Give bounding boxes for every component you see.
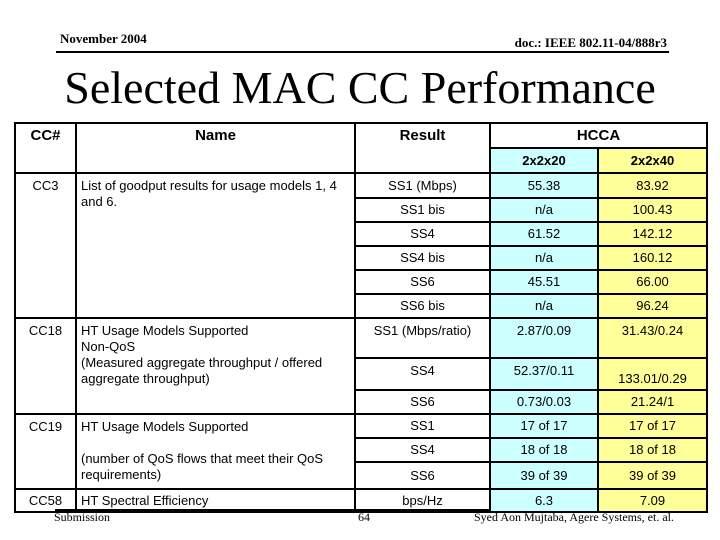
result-label: SS1 (Mbps) xyxy=(354,172,491,199)
cc-name-line: HT Usage Models Supported xyxy=(81,323,249,338)
footer-submission: Submission xyxy=(54,510,111,524)
value-2x2x40: 18 of 18 xyxy=(597,437,708,463)
value-2x2x20: 55.38 xyxy=(489,172,599,199)
header-date: November 2004 xyxy=(60,31,147,46)
result-label: SS6 xyxy=(354,269,491,295)
cc-id: CC18 xyxy=(14,317,77,415)
header-2x2x40: 2x2x40 xyxy=(597,147,708,174)
value-2x2x20: 2.87/0.09 xyxy=(489,317,599,359)
header-divider xyxy=(56,51,669,53)
value-2x2x20: 6.3 xyxy=(489,488,599,513)
result-label: SS6 xyxy=(354,461,491,490)
result-label: SS1 bis xyxy=(354,197,491,223)
value-2x2x40: 142.12 xyxy=(597,221,708,247)
value-2x2x20: 45.51 xyxy=(489,269,599,295)
result-label: SS4 xyxy=(354,221,491,247)
cc-name-line: HT Usage Models Supported xyxy=(81,419,249,434)
value-2x2x40: 31.43/0.24 xyxy=(597,317,708,359)
table-row: CC18 HT Usage Models Supported Non-QoS (… xyxy=(14,317,708,415)
header-2x2x20: 2x2x20 xyxy=(489,147,599,174)
result-label: SS4 xyxy=(354,437,491,463)
table-header-row: CC# Name Result HCCA xyxy=(14,122,708,174)
cc-name-line: Non-QoS xyxy=(81,339,136,354)
cc-name: List of goodput results for usage models… xyxy=(75,172,356,319)
value-2x2x40: 7.09 xyxy=(597,488,708,513)
footer-page-number: 64 xyxy=(358,510,370,524)
result-label: SS6 xyxy=(354,389,491,415)
header-name: Name xyxy=(75,122,356,174)
table-row: CC19 HT Usage Models Supported (number o… xyxy=(14,413,708,490)
value-2x2x40: 96.24 xyxy=(597,293,708,319)
result-label: SS1 xyxy=(354,413,491,439)
result-label: SS4 xyxy=(354,357,491,391)
performance-table: CC# Name Result HCCA 2x2x20 2x2x40 CC3 L… xyxy=(14,122,708,513)
value-2x2x40: 160.12 xyxy=(597,245,708,271)
cc-name: HT Usage Models Supported (number of QoS… xyxy=(75,413,356,490)
header-doc-id: doc.: IEEE 802.11-04/888r3 xyxy=(514,35,667,50)
cc-id: CC3 xyxy=(14,172,77,319)
value-2x2x40: 21.24/1 xyxy=(597,389,708,415)
cc-name: HT Usage Models Supported Non-QoS (Measu… xyxy=(75,317,356,415)
value-2x2x40: 17 of 17 xyxy=(597,413,708,439)
value-2x2x20: 0.73/0.03 xyxy=(489,389,599,415)
header-result: Result xyxy=(354,122,491,174)
value-2x2x20: 18 of 18 xyxy=(489,437,599,463)
header-hcca: HCCA xyxy=(489,122,708,149)
value-2x2x40: 100.43 xyxy=(597,197,708,223)
header-cc: CC# xyxy=(14,122,77,174)
value-2x2x40: 39 of 39 xyxy=(597,461,708,490)
value-2x2x20: 17 of 17 xyxy=(489,413,599,439)
value-2x2x20: n/a xyxy=(489,197,599,223)
cc-name-line: (number of QoS flows that meet their QoS… xyxy=(81,451,324,482)
value-2x2x40: 66.00 xyxy=(597,269,708,295)
value-2x2x20: n/a xyxy=(489,293,599,319)
value-2x2x20: 52.37/0.11 xyxy=(489,357,599,391)
value-2x2x20: 61.52 xyxy=(489,221,599,247)
cc-name-line: (Measured aggregate throughput / offered… xyxy=(81,355,323,386)
result-label: SS6 bis xyxy=(354,293,491,319)
value-2x2x40: 133.01/0.29 xyxy=(597,357,708,391)
table-row: CC3 List of goodput results for usage mo… xyxy=(14,172,708,319)
result-label: SS1 (Mbps/ratio) xyxy=(354,317,491,359)
result-label: SS4 bis xyxy=(354,245,491,271)
value-2x2x20: n/a xyxy=(489,245,599,271)
slide-title: Selected MAC CC Performance xyxy=(64,62,656,113)
footer-author: Syed Aon Mujtaba, Agere Systems, et. al. xyxy=(474,510,674,524)
footer-divider xyxy=(55,509,491,513)
value-2x2x40: 83.92 xyxy=(597,172,708,199)
value-2x2x20: 39 of 39 xyxy=(489,461,599,490)
cc-id: CC19 xyxy=(14,413,77,490)
